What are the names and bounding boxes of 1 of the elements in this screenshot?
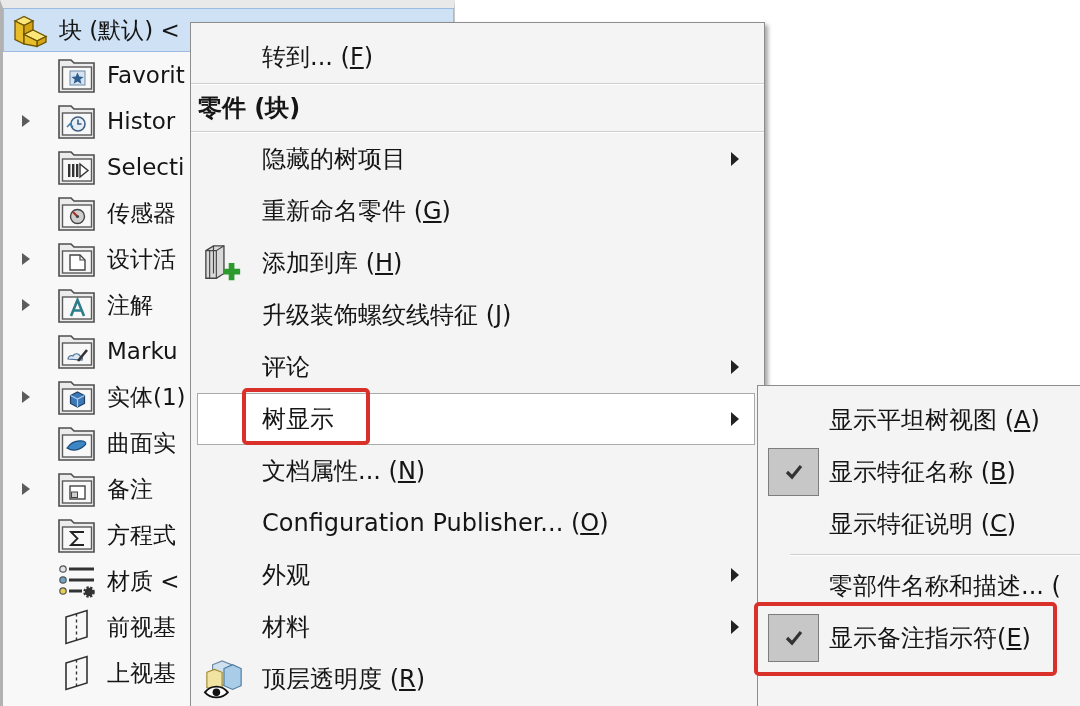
- menu-header: 零件 (块): [197, 93, 302, 124]
